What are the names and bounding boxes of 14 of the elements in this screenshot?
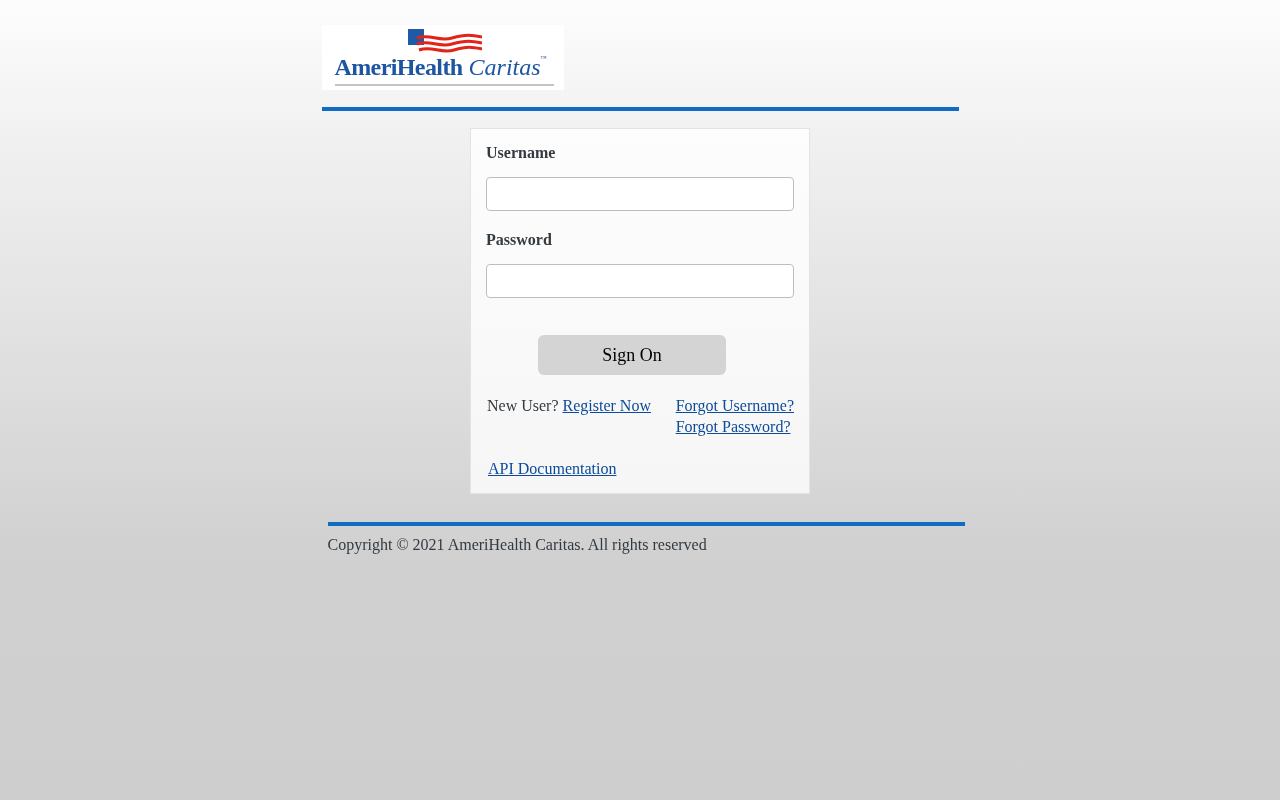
copyright-text: Copyright © 2021 AmeriHealth Caritas. All rights reserved: [327, 535, 707, 555]
logo-wordmark: AmeriHealth: [334, 55, 463, 79]
register-link[interactable]: Register Now: [562, 395, 651, 416]
recovery-link[interactable]: Forgot Password?: [675, 416, 791, 437]
sign-on-button[interactable]: Sign On: [538, 335, 726, 375]
flag-icon: [407, 29, 482, 53]
input-field[interactable]: [486, 177, 794, 211]
field-label: Password: [486, 230, 553, 250]
field-label: Username: [486, 143, 557, 163]
new-user-text: New User?: [487, 396, 559, 416]
recovery-link[interactable]: Forgot Username?: [675, 395, 794, 416]
api-documentation-link[interactable]: API Documentation: [488, 458, 617, 479]
input-field[interactable]: [486, 264, 794, 298]
logo-wordmark-italic: Caritas: [468, 55, 541, 79]
